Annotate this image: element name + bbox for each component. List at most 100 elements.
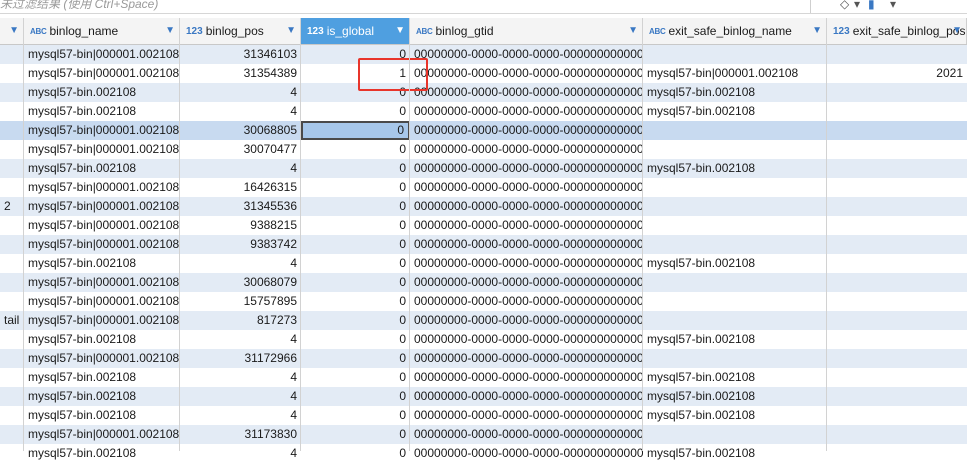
cell-exit_safe_binlog_name[interactable] bbox=[643, 197, 827, 216]
sort-dropdown-icon[interactable]: ▼ bbox=[9, 25, 19, 36]
cell-binlog_gtid[interactable]: 00000000-0000-0000-0000-000000000000:0 bbox=[410, 368, 643, 387]
cell-binlog_gtid[interactable]: 00000000-0000-0000-0000-000000000000:0 bbox=[410, 102, 643, 121]
cell-is_global[interactable]: 0 bbox=[301, 368, 410, 387]
cell-binlog_name[interactable]: mysql57-bin.002108 bbox=[24, 368, 180, 387]
cell-exit_safe_binlog_name[interactable] bbox=[643, 216, 827, 235]
cell-binlog_pos[interactable]: 4 bbox=[180, 368, 301, 387]
cell-binlog_pos[interactable]: 4 bbox=[180, 83, 301, 102]
table-row[interactable]: 2 mysql57-bin|000001.002108 31345536 0 00000… bbox=[0, 197, 967, 216]
cell-binlog_pos[interactable]: 4 bbox=[180, 406, 301, 425]
cell-exit_safe_binlog_name[interactable] bbox=[643, 425, 827, 444]
cell-binlog_gtid[interactable]: 00000000-0000-0000-0000-000000000000:0 bbox=[410, 311, 643, 330]
cell-binlog_name[interactable]: mysql57-bin.002108 bbox=[24, 102, 180, 121]
cell-binlog_gtid[interactable]: 00000000-0000-0000-0000-000000000000:0 bbox=[410, 159, 643, 178]
cell-exit_safe_binlog_name[interactable]: mysql57-bin.002108 bbox=[643, 406, 827, 425]
cell-c0[interactable] bbox=[0, 330, 24, 349]
cell-binlog_name[interactable]: mysql57-bin|000001.002108 bbox=[24, 140, 180, 159]
cell-exit_safe_binlog_name[interactable] bbox=[643, 311, 827, 330]
cell-binlog_pos[interactable]: 4 bbox=[180, 102, 301, 121]
cell-binlog_name[interactable]: mysql57-bin|000001.002108 bbox=[24, 121, 180, 140]
cell-binlog_pos[interactable]: 4 bbox=[180, 159, 301, 178]
cell-exit_safe_binlog_pos[interactable] bbox=[827, 121, 967, 140]
table-row[interactable]: mysql57-bin|000001.002108 15757895 0 000000… bbox=[0, 292, 967, 311]
cell-c0[interactable] bbox=[0, 425, 24, 444]
sort-dropdown-icon[interactable]: ▼ bbox=[628, 25, 638, 36]
cell-exit_safe_binlog_name[interactable]: mysql57-bin.002108 bbox=[643, 330, 827, 349]
cell-c0[interactable] bbox=[0, 444, 24, 463]
cell-binlog_name[interactable]: mysql57-bin.002108 bbox=[24, 406, 180, 425]
cell-exit_safe_binlog_pos[interactable] bbox=[827, 292, 967, 311]
table-row[interactable]: mysql57-bin.002108 4 0 00000000-0000-0000-0… bbox=[0, 406, 967, 425]
cell-binlog_pos[interactable]: 30068805 bbox=[180, 121, 301, 140]
cell-exit_safe_binlog_pos[interactable] bbox=[827, 197, 967, 216]
cell-c0[interactable] bbox=[0, 121, 24, 140]
table-row[interactable]: mysql57-bin|000001.002108 31172966 0 000000… bbox=[0, 349, 967, 368]
cell-exit_safe_binlog_pos[interactable] bbox=[827, 102, 967, 121]
cell-binlog_gtid[interactable]: 00000000-0000-0000-0000-000000000000:0 bbox=[410, 292, 643, 311]
cell-exit_safe_binlog_pos[interactable] bbox=[827, 140, 967, 159]
cell-exit_safe_binlog_name[interactable]: mysql57-bin.002108 bbox=[643, 159, 827, 178]
table-row[interactable]: mysql57-bin.002108 4 0 00000000-0000-0000-0… bbox=[0, 102, 967, 121]
cell-binlog_gtid[interactable]: 00000000-0000-0000-0000-000000000000:0 bbox=[410, 387, 643, 406]
cell-binlog_name[interactable]: mysql57-bin|000001.002108 bbox=[24, 311, 180, 330]
cell-binlog_pos[interactable]: 31354389 bbox=[180, 64, 301, 83]
cell-binlog_pos[interactable]: 9383742 bbox=[180, 235, 301, 254]
chevron-down-icon[interactable]: ▾ bbox=[890, 0, 896, 11]
cell-exit_safe_binlog_pos[interactable] bbox=[827, 311, 967, 330]
table-row[interactable]: mysql57-bin|000001.002108 9388215 0 0000000… bbox=[0, 216, 967, 235]
pin-icon[interactable]: ▮ bbox=[868, 0, 875, 11]
cell-exit_safe_binlog_pos[interactable] bbox=[827, 406, 967, 425]
sort-dropdown-icon[interactable]: ▼ bbox=[952, 25, 962, 36]
cell-binlog_name[interactable]: mysql57-bin|000001.002108 bbox=[24, 64, 180, 83]
cell-exit_safe_binlog_name[interactable]: mysql57-bin.002108 bbox=[643, 102, 827, 121]
cell-exit_safe_binlog_pos[interactable] bbox=[827, 444, 967, 463]
chevron-down-icon[interactable]: ▾ bbox=[854, 0, 860, 11]
cell-exit_safe_binlog_pos[interactable] bbox=[827, 159, 967, 178]
cell-exit_safe_binlog_name[interactable]: mysql57-bin.002108 bbox=[643, 444, 827, 463]
cell-exit_safe_binlog_name[interactable] bbox=[643, 235, 827, 254]
cell-binlog_name[interactable]: mysql57-bin|000001.002108 bbox=[24, 45, 180, 64]
cell-binlog_name[interactable]: mysql57-bin|000001.002108 bbox=[24, 349, 180, 368]
cell-is_global[interactable]: 0 bbox=[301, 387, 410, 406]
cell-binlog_name[interactable]: mysql57-bin|000001.002108 bbox=[24, 197, 180, 216]
column-header-exit_safe_binlog_pos[interactable]: 123 exit_safe_binlog_pos ▼ bbox=[827, 18, 967, 44]
cell-exit_safe_binlog_name[interactable]: mysql57-bin.002108 bbox=[643, 254, 827, 273]
cell-binlog_gtid[interactable]: 00000000-0000-0000-0000-000000000000:0 bbox=[410, 425, 643, 444]
cell-c0[interactable]: tail bbox=[0, 311, 24, 330]
cell-binlog_pos[interactable]: 4 bbox=[180, 387, 301, 406]
cell-binlog_gtid[interactable]: 00000000-0000-0000-0000-000000000000:0 bbox=[410, 140, 643, 159]
cell-exit_safe_binlog_pos[interactable] bbox=[827, 254, 967, 273]
cell-binlog_name[interactable]: mysql57-bin|000001.002108 bbox=[24, 273, 180, 292]
cell-c0[interactable] bbox=[0, 140, 24, 159]
cell-exit_safe_binlog_pos[interactable] bbox=[827, 387, 967, 406]
cell-binlog_name[interactable]: mysql57-bin|000001.002108 bbox=[24, 178, 180, 197]
filter-input[interactable]: 未过滤结果 (使用 Ctrl+Space) bbox=[0, 0, 158, 12]
cell-exit_safe_binlog_name[interactable]: mysql57-bin.002108 bbox=[643, 83, 827, 102]
cell-exit_safe_binlog_pos[interactable] bbox=[827, 83, 967, 102]
cell-binlog_pos[interactable]: 817273 bbox=[180, 311, 301, 330]
cell-binlog_name[interactable]: mysql57-bin.002108 bbox=[24, 159, 180, 178]
column-header-binlog_gtid[interactable]: ABC binlog_gtid ▼ bbox=[410, 18, 643, 44]
table-row[interactable]: mysql57-bin|000001.002108 30068805 0 000000… bbox=[0, 121, 967, 140]
cell-is_global[interactable]: 0 bbox=[301, 235, 410, 254]
cell-binlog_pos[interactable]: 31346103 bbox=[180, 45, 301, 64]
table-row[interactable]: mysql57-bin|000001.002108 31346103 0 000000… bbox=[0, 45, 967, 64]
cell-binlog_name[interactable]: mysql57-bin|000001.002108 bbox=[24, 292, 180, 311]
cell-binlog_pos[interactable]: 30070477 bbox=[180, 140, 301, 159]
cell-is_global[interactable]: 0 bbox=[301, 425, 410, 444]
cell-binlog_pos[interactable]: 16426315 bbox=[180, 178, 301, 197]
table-row[interactable]: mysql57-bin|000001.002108 30068079 0 000000… bbox=[0, 273, 967, 292]
cell-binlog_name[interactable]: mysql57-bin.002108 bbox=[24, 83, 180, 102]
table-row[interactable]: mysql57-bin.002108 4 0 00000000-0000-0000-0… bbox=[0, 330, 967, 349]
cell-exit_safe_binlog_pos[interactable]: 2021 bbox=[827, 64, 967, 83]
cell-binlog_gtid[interactable]: 00000000-0000-0000-0000-000000000000:0 bbox=[410, 330, 643, 349]
cell-binlog_pos[interactable]: 4 bbox=[180, 330, 301, 349]
cell-binlog_pos[interactable]: 31345536 bbox=[180, 197, 301, 216]
cell-exit_safe_binlog_pos[interactable] bbox=[827, 216, 967, 235]
cell-c0[interactable] bbox=[0, 45, 24, 64]
table-row[interactable]: mysql57-bin|000001.002108 31354389 1 000000… bbox=[0, 64, 967, 83]
cell-binlog_gtid[interactable]: 00000000-0000-0000-0000-000000000000:0 bbox=[410, 254, 643, 273]
cell-binlog_pos[interactable]: 4 bbox=[180, 444, 301, 463]
cell-binlog_pos[interactable]: 4 bbox=[180, 254, 301, 273]
column-header-binlog_name[interactable]: ABC binlog_name ▼ bbox=[24, 18, 180, 44]
